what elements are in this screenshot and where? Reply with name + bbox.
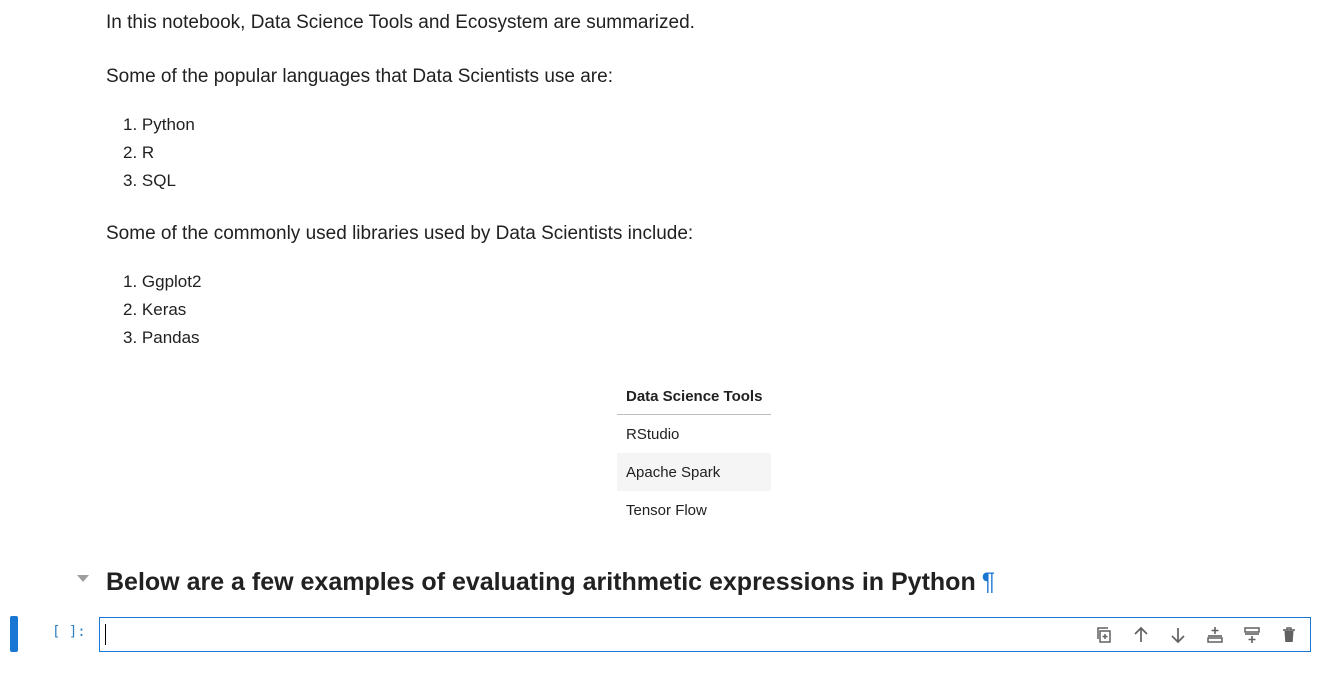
cell-toolbar (1093, 624, 1300, 646)
text-cursor (105, 624, 106, 645)
languages-intro-text: Some of the popular languages that Data … (106, 66, 613, 87)
code-cell-editor[interactable] (99, 617, 1311, 652)
section-heading-text: Below are a few examples of evaluating a… (106, 568, 976, 596)
libraries-intro-text: Some of the commonly used libraries used… (106, 223, 694, 244)
duplicate-icon[interactable] (1093, 624, 1115, 646)
list-item: 1. Python (123, 115, 195, 134)
notebook-page: In this notebook, Data Science Tools and… (0, 0, 1328, 695)
table-header: Data Science Tools (617, 378, 772, 415)
list-item: 3. SQL (123, 171, 176, 190)
insert-above-icon[interactable] (1204, 624, 1226, 646)
table-cell: Tensor Flow (626, 501, 707, 519)
table-header-row: Data Science Tools (617, 378, 772, 415)
list-item: 1. Ggplot2 (123, 272, 202, 291)
input-prompt: [ ]: (52, 624, 86, 640)
move-down-icon[interactable] (1167, 624, 1189, 646)
list-item: 2. R (123, 143, 155, 162)
table-cell: Apache Spark (617, 453, 772, 491)
tools-table: Data Science Tools RStudio Apache Spark … (617, 378, 772, 529)
insert-below-icon[interactable] (1241, 624, 1263, 646)
libraries-list: 1. Ggplot2 2. Keras 3. Pandas (106, 268, 201, 352)
active-cell-indicator (10, 616, 18, 652)
list-item: 3. Pandas (123, 328, 200, 347)
list-item: 2. Keras (123, 300, 187, 319)
languages-list: 1. Python 2. R 3. SQL (106, 111, 195, 195)
table-row: Apache Spark (617, 453, 772, 491)
move-up-icon[interactable] (1130, 624, 1152, 646)
intro-text: In this notebook, Data Science Tools and… (106, 12, 695, 33)
table-row: RStudio (617, 415, 771, 454)
table-row: Tensor Flow (617, 491, 771, 529)
delete-icon[interactable] (1278, 624, 1300, 646)
collapse-caret-icon[interactable] (77, 575, 89, 582)
anchor-link[interactable]: ¶ (982, 568, 995, 596)
section-heading: Below are a few examples of evaluating a… (106, 565, 995, 599)
table-cell: RStudio (626, 425, 680, 443)
